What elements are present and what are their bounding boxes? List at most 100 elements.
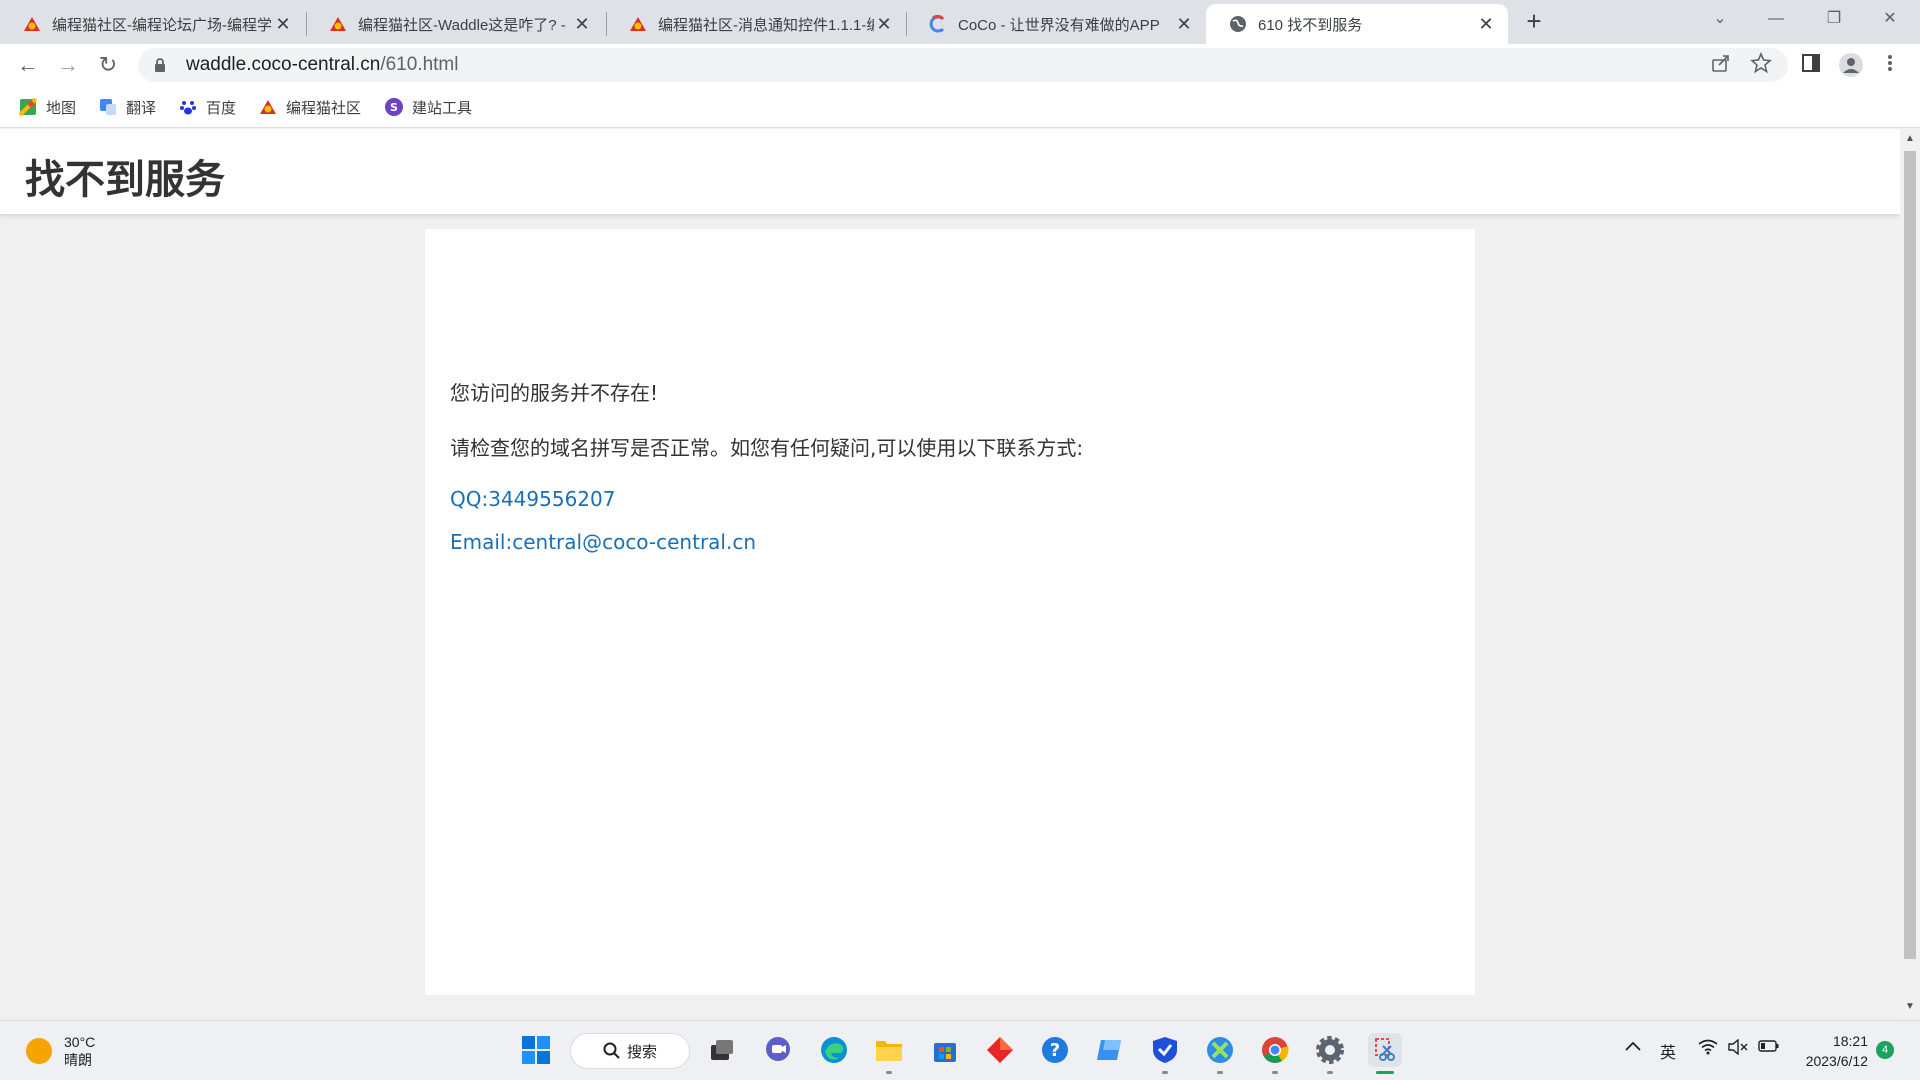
- tab-close-icon[interactable]: ✕: [1174, 14, 1194, 35]
- share-icon[interactable]: [1710, 52, 1738, 80]
- clock-date: 2023/6/12: [1805, 1053, 1868, 1069]
- windows-taskbar: 30°C 晴朗 搜索 ? 英 18:21 2023/6/12 4: [0, 1020, 1920, 1080]
- bookmarks-bar: 地图 翻译 百度 编程猫社区 S 建站工具: [0, 86, 1920, 128]
- back-button[interactable]: ←: [12, 50, 44, 80]
- taskbar-search[interactable]: 搜索: [570, 1033, 690, 1069]
- volume-muted-icon[interactable]: [1728, 1038, 1748, 1060]
- browser-toolbar: ← → ↻ waddle.coco-central.cn/610.html: [0, 44, 1920, 86]
- battery-icon[interactable]: [1758, 1039, 1780, 1058]
- show-hidden-icons[interactable]: [1624, 1039, 1642, 1058]
- lock-icon[interactable]: [152, 57, 168, 73]
- tab-strip: 编程猫社区-编程论坛广场-编程学 ✕ 编程猫社区-Waddle这是咋了? - ✕…: [0, 0, 1920, 44]
- chat-icon[interactable]: [761, 1033, 795, 1067]
- running-indicator: [1217, 1071, 1223, 1074]
- app-network-icon[interactable]: [1203, 1033, 1237, 1067]
- help-icon[interactable]: ?: [1038, 1033, 1072, 1067]
- snipping-tool-icon[interactable]: [1368, 1033, 1402, 1067]
- email-contact-link[interactable]: Email:central@coco-central.cn: [450, 530, 756, 554]
- bookmark-maps[interactable]: 地图: [18, 94, 76, 120]
- qq-contact-link[interactable]: QQ:3449556207: [450, 487, 615, 511]
- page-title: 找不到服务: [25, 157, 225, 203]
- page-scrollbar[interactable]: ▲ ▼: [1900, 129, 1920, 1019]
- search-label: 搜索: [626, 1043, 657, 1061]
- reload-button[interactable]: ↻: [92, 50, 124, 80]
- wifi-icon[interactable]: [1698, 1039, 1718, 1060]
- bookmark-baidu[interactable]: 百度: [178, 94, 236, 120]
- tab-close-icon[interactable]: ✕: [874, 14, 894, 35]
- new-tab-button[interactable]: +: [1518, 6, 1550, 38]
- codemao-icon: [628, 14, 648, 34]
- bookmark-label: 翻译: [126, 99, 157, 117]
- profile-avatar-icon[interactable]: [1838, 52, 1866, 80]
- bookmark-star-icon[interactable]: [1750, 51, 1778, 80]
- task-view-icon[interactable]: [705, 1033, 739, 1067]
- running-indicator: [886, 1071, 892, 1074]
- tab-1[interactable]: 编程猫社区-编程论坛广场-编程学 ✕: [0, 4, 305, 44]
- taskbar-clock[interactable]: 18:21 2023/6/12: [1796, 1031, 1868, 1071]
- security-shield-icon[interactable]: [1148, 1033, 1182, 1067]
- url-host: waddle.coco-central.cn: [186, 54, 381, 75]
- side-panel-icon[interactable]: [1800, 52, 1828, 80]
- codemao-icon: [22, 14, 42, 34]
- clock-time: 18:21: [1832, 1033, 1868, 1049]
- app-cards-icon[interactable]: [1093, 1033, 1127, 1067]
- active-app-indicator: [1376, 1071, 1394, 1074]
- ime-indicator[interactable]: 英: [1660, 1039, 1676, 1063]
- translate-icon: [98, 97, 118, 117]
- coco-icon: [928, 14, 948, 34]
- tab-3[interactable]: 编程猫社区-消息通知控件1.1.1-编 ✕: [606, 4, 906, 44]
- page-header: 找不到服务: [0, 129, 1900, 214]
- running-indicator: [1272, 1071, 1278, 1074]
- address-bar[interactable]: waddle.coco-central.cn/610.html: [138, 48, 1788, 82]
- microsoft-store-icon[interactable]: [928, 1033, 962, 1067]
- tab-4[interactable]: CoCo - 让世界没有难做的APP ✕: [906, 4, 1206, 44]
- bookmark-label: 建站工具: [412, 99, 473, 117]
- tab-5-active[interactable]: 610 找不到服务 ✕: [1206, 4, 1508, 44]
- baidu-icon: [178, 97, 198, 117]
- error-message: 您访问的服务并不存在!: [450, 381, 659, 405]
- globe-icon: [1228, 14, 1248, 34]
- url-path: /610.html: [380, 54, 459, 75]
- running-indicator: [1162, 1071, 1168, 1074]
- weather-temperature: 30°C: [64, 1034, 96, 1050]
- maps-icon: [18, 97, 38, 117]
- url-text: waddle.coco-central.cn/610.html: [186, 54, 458, 76]
- scroll-down-icon[interactable]: ▼: [1900, 1001, 1920, 1017]
- bookmark-label: 编程猫社区: [286, 99, 362, 117]
- weather-widget[interactable]: 30°C 晴朗: [26, 1033, 95, 1069]
- menu-kebab-icon[interactable]: [1880, 52, 1908, 80]
- edge-browser-icon[interactable]: [817, 1033, 851, 1067]
- notification-badge[interactable]: 4: [1876, 1041, 1894, 1059]
- codemao-icon: [328, 14, 348, 34]
- bookmark-label: 百度: [206, 99, 237, 117]
- file-explorer-icon[interactable]: [872, 1033, 906, 1067]
- minimize-button[interactable]: —: [1748, 0, 1804, 40]
- tab-2[interactable]: 编程猫社区-Waddle这是咋了? - ✕: [306, 4, 604, 44]
- svg-text:?: ?: [1050, 1040, 1060, 1061]
- page-viewport: 找不到服务 您访问的服务并不存在! 请检查您的域名拼写是否正常。如您有任何疑问,…: [0, 129, 1900, 1019]
- windows-start-icon[interactable]: [519, 1033, 553, 1067]
- settings-gear-icon[interactable]: [1313, 1033, 1347, 1067]
- error-card: 您访问的服务并不存在! 请检查您的域名拼写是否正常。如您有任何疑问,可以使用以下…: [425, 229, 1475, 995]
- tab-close-icon[interactable]: ✕: [1476, 14, 1496, 35]
- bookmark-codemao[interactable]: 编程猫社区: [258, 94, 361, 120]
- tab-title: 编程猫社区-编程论坛广场-编程学: [52, 16, 272, 34]
- tab-close-icon[interactable]: ✕: [572, 14, 592, 35]
- tab-title: CoCo - 让世界没有难做的APP: [958, 16, 1160, 34]
- bookmark-translate[interactable]: 翻译: [98, 94, 156, 120]
- app-diamond-icon[interactable]: [983, 1033, 1017, 1067]
- error-instructions: 请检查您的域名拼写是否正常。如您有任何疑问,可以使用以下联系方式:: [450, 436, 1084, 460]
- site-tool-icon: S: [384, 97, 404, 117]
- close-window-button[interactable]: ✕: [1862, 0, 1918, 40]
- forward-button[interactable]: →: [52, 50, 84, 80]
- scroll-thumb[interactable]: [1904, 151, 1916, 959]
- search-icon: [603, 1042, 620, 1059]
- tab-search-icon[interactable]: ⌄: [1692, 0, 1748, 40]
- tab-title: 610 找不到服务: [1258, 16, 1363, 34]
- chrome-icon[interactable]: [1258, 1033, 1292, 1067]
- running-indicator: [1327, 1071, 1333, 1074]
- bookmark-site-tool[interactable]: S 建站工具: [384, 94, 472, 120]
- scroll-up-icon[interactable]: ▲: [1900, 133, 1920, 149]
- restore-button[interactable]: ❐: [1806, 0, 1862, 40]
- tab-close-icon[interactable]: ✕: [273, 14, 293, 35]
